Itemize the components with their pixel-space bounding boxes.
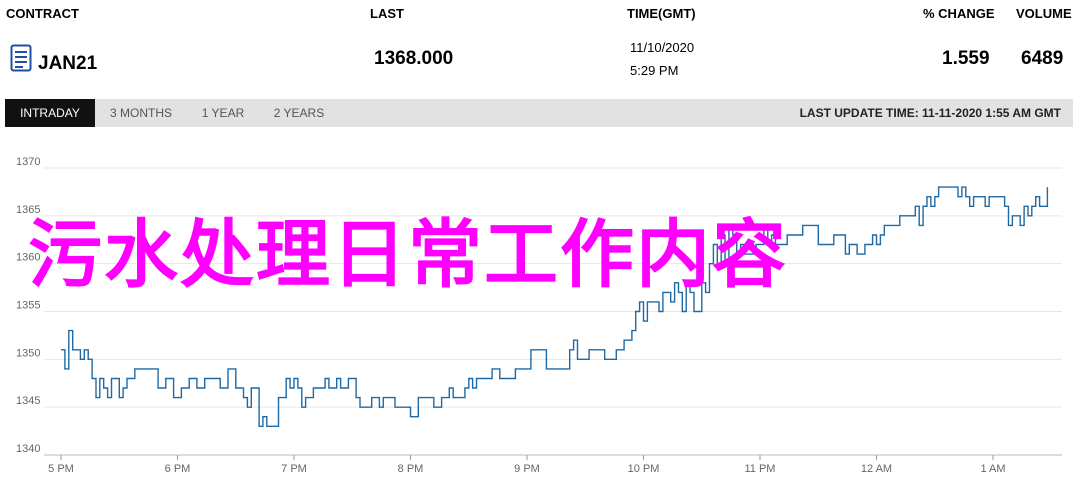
last-update-time: LAST UPDATE TIME: 11-11-2020 1:55 AM GMT <box>799 106 1061 120</box>
contract-value[interactable]: JAN21 <box>38 53 97 75</box>
volume-header: VOLUME <box>1016 6 1072 21</box>
change-header: % CHANGE <box>923 6 995 21</box>
x-tick-label: 10 PM <box>628 463 660 475</box>
y-tick-label: 1350 <box>16 347 40 359</box>
overlay-watermark-text: 污水处理日常工作内容 <box>28 212 788 298</box>
percent-change: 1.559 <box>942 48 990 69</box>
timeframe-tab-bar: INTRADAY 3 MONTHS 1 YEAR 2 YEARS LAST UP… <box>5 99 1073 127</box>
quote-date: 11/10/2020 <box>630 40 695 55</box>
x-tick-label: 11 PM <box>745 463 776 475</box>
x-tick-label: 9 PM <box>514 463 540 475</box>
y-tick-label: 1340 <box>16 443 40 455</box>
x-tick-label: 7 PM <box>281 463 307 475</box>
time-header: TIME(GMT) <box>627 6 696 21</box>
last-price: 1368.000 <box>374 48 454 69</box>
contract-header: CONTRACT <box>6 6 79 21</box>
tab-intraday[interactable]: INTRADAY <box>5 99 95 127</box>
x-tick-label: 8 PM <box>398 463 424 475</box>
tab-2-years[interactable]: 2 YEARS <box>267 99 331 127</box>
last-header: LAST <box>370 6 404 21</box>
document-icon[interactable] <box>10 44 32 72</box>
x-tick-label: 12 AM <box>861 463 892 475</box>
x-tick-label: 5 PM <box>48 463 74 475</box>
quote-time: 5:29 PM <box>630 63 679 78</box>
y-tick-label: 1345 <box>16 395 40 407</box>
tab-3-months[interactable]: 3 MONTHS <box>101 99 181 127</box>
x-tick-label: 6 PM <box>165 463 191 475</box>
tab-1-year[interactable]: 1 YEAR <box>195 99 251 127</box>
y-tick-label: 1370 <box>16 156 40 168</box>
x-tick-label: 1 AM <box>980 463 1005 475</box>
volume-value: 6489 <box>1021 48 1064 69</box>
